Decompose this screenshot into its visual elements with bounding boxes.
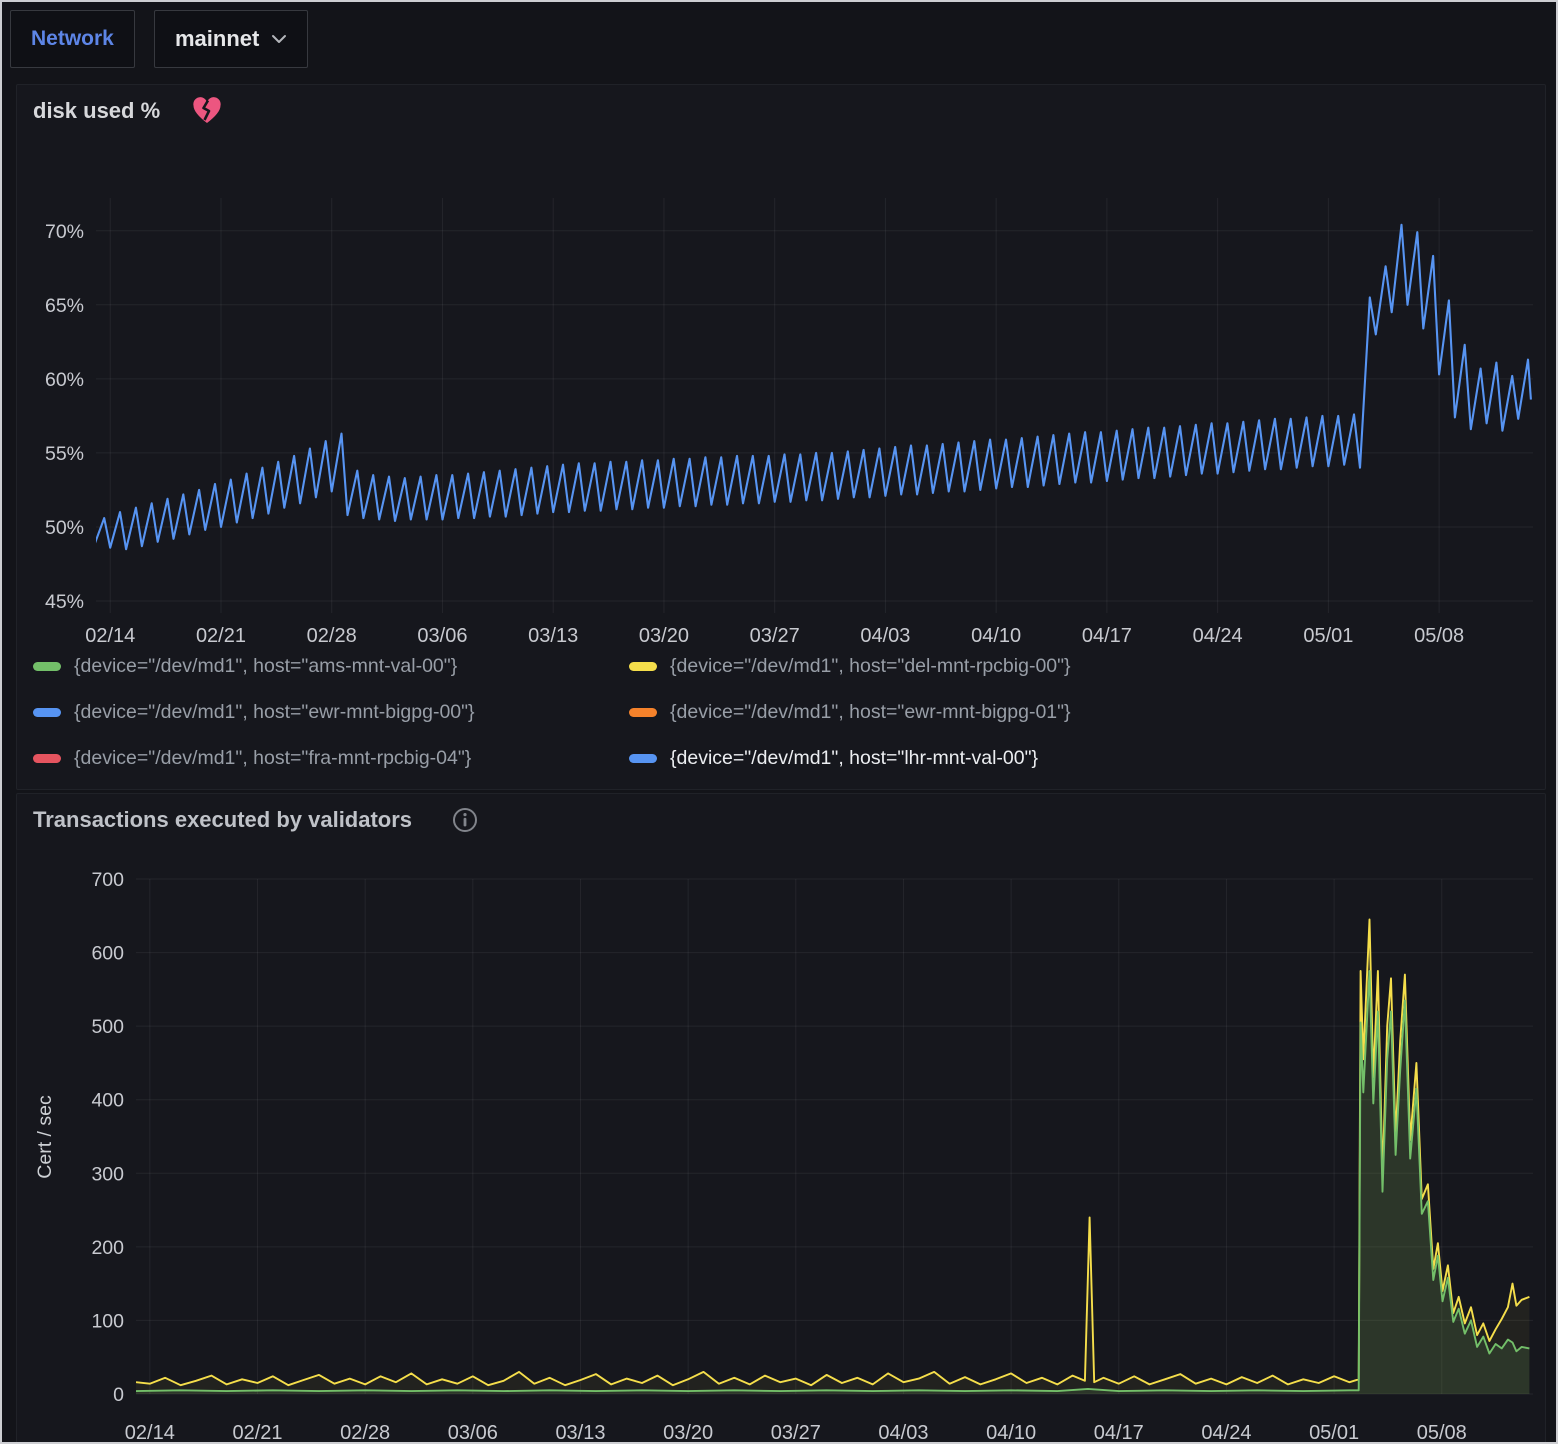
- chevron-down-icon: [271, 34, 287, 44]
- network-variable-label: Network: [10, 10, 135, 68]
- svg-text:02/21: 02/21: [232, 1422, 282, 1444]
- transactions-panel: Transactions executed by validators 0 100…: [16, 793, 1546, 1444]
- svg-text:02/21: 02/21: [196, 625, 246, 647]
- svg-text:Cert / sec: Cert / sec: [34, 1095, 56, 1179]
- svg-text:04/17: 04/17: [1082, 625, 1132, 647]
- svg-text:03/13: 03/13: [528, 625, 578, 647]
- svg-text:05/01: 05/01: [1309, 1422, 1359, 1444]
- legend-swatch: [629, 708, 657, 717]
- svg-text:03/20: 03/20: [639, 625, 689, 647]
- svg-text:04/17: 04/17: [1094, 1422, 1144, 1444]
- svg-text:04/24: 04/24: [1201, 1422, 1251, 1444]
- legend-label: {device="/dev/md1", host="ams-mnt-val-00…: [74, 655, 457, 678]
- legend-label: {device="/dev/md1", host="ewr-mnt-bigpg-…: [74, 701, 475, 724]
- svg-text:300: 300: [91, 1163, 124, 1185]
- legend-item[interactable]: {device="/dev/md1", host="del-mnt-rpcbig…: [629, 651, 1533, 681]
- svg-text:03/06: 03/06: [417, 625, 467, 647]
- svg-text:04/10: 04/10: [986, 1422, 1036, 1444]
- transactions-panel-header[interactable]: Transactions executed by validators: [17, 794, 1545, 846]
- svg-text:02/14: 02/14: [85, 625, 135, 647]
- svg-text:70%: 70%: [45, 221, 84, 243]
- svg-text:03/06: 03/06: [448, 1422, 498, 1444]
- svg-text:05/08: 05/08: [1417, 1422, 1467, 1444]
- svg-text:45%: 45%: [45, 591, 84, 613]
- disk-used-chart[interactable]: 45% 50% 55% 60% 65% 70% 02/14 02/21 02/28 03/06 03…: [17, 153, 1547, 651]
- legend-swatch: [629, 754, 657, 763]
- svg-text:50%: 50%: [45, 517, 84, 539]
- svg-text:04/03: 04/03: [878, 1422, 928, 1444]
- svg-text:03/27: 03/27: [771, 1422, 821, 1444]
- panel-title: Transactions executed by validators: [33, 807, 412, 833]
- disk-used-panel: disk used % 45% 50% 55% 60% 65% 70% 02/14 02/21…: [16, 84, 1546, 790]
- legend-item[interactable]: {device="/dev/md1", host="fra-mnt-rpcbig…: [33, 743, 629, 773]
- svg-text:600: 600: [91, 943, 124, 965]
- disk-used-legend: {device="/dev/md1", host="ams-mnt-val-00…: [33, 651, 1533, 773]
- legend-label: {device="/dev/md1", host="ewr-mnt-bigpg-…: [670, 701, 1071, 724]
- svg-text:02/28: 02/28: [340, 1422, 390, 1444]
- legend-item[interactable]: {device="/dev/md1", host="ams-mnt-val-00…: [33, 651, 629, 681]
- svg-text:65%: 65%: [45, 295, 84, 317]
- panel-title: disk used %: [33, 98, 160, 124]
- svg-text:03/13: 03/13: [555, 1422, 605, 1444]
- svg-text:60%: 60%: [45, 369, 84, 391]
- broken-heart-icon: [192, 97, 222, 125]
- legend-item[interactable]: {device="/dev/md1", host="ewr-mnt-bigpg-…: [33, 697, 629, 727]
- svg-text:05/08: 05/08: [1414, 625, 1464, 647]
- svg-text:04/24: 04/24: [1193, 625, 1243, 647]
- legend-swatch: [33, 754, 61, 763]
- legend-swatch: [33, 708, 61, 717]
- legend-item[interactable]: {device="/dev/md1", host="lhr-mnt-val-00…: [629, 743, 1533, 773]
- network-variable-label-text: Network: [31, 27, 114, 51]
- network-variable-dropdown[interactable]: mainnet: [154, 10, 308, 68]
- disk-used-panel-header[interactable]: disk used %: [17, 85, 1545, 137]
- legend-swatch: [33, 662, 61, 671]
- svg-text:02/28: 02/28: [307, 625, 357, 647]
- legend-item[interactable]: {device="/dev/md1", host="ewr-mnt-bigpg-…: [629, 697, 1533, 727]
- svg-text:05/01: 05/01: [1303, 625, 1353, 647]
- svg-text:100: 100: [91, 1310, 124, 1332]
- legend-label: {device="/dev/md1", host="lhr-mnt-val-00…: [670, 747, 1038, 770]
- svg-text:500: 500: [91, 1016, 124, 1038]
- svg-text:04/10: 04/10: [971, 625, 1021, 647]
- legend-label: {device="/dev/md1", host="fra-mnt-rpcbig…: [74, 747, 471, 770]
- svg-text:03/20: 03/20: [663, 1422, 713, 1444]
- svg-text:400: 400: [91, 1090, 124, 1112]
- info-icon[interactable]: [452, 807, 478, 833]
- svg-text:200: 200: [91, 1237, 124, 1259]
- svg-text:04/03: 04/03: [860, 625, 910, 647]
- transactions-chart[interactable]: 0 100 200 300 400 500 600 700 02/14 02/21 02/28 03/…: [17, 853, 1547, 1444]
- grafana-dashboard: Network mainnet disk used % 45% 50% 55% 60%…: [0, 0, 1558, 1444]
- svg-text:700: 700: [91, 869, 124, 891]
- svg-text:0: 0: [113, 1384, 124, 1406]
- legend-label: {device="/dev/md1", host="del-mnt-rpcbig…: [670, 655, 1071, 678]
- legend-swatch: [629, 662, 657, 671]
- svg-text:02/14: 02/14: [125, 1422, 175, 1444]
- network-variable-value: mainnet: [175, 26, 259, 52]
- svg-text:03/27: 03/27: [750, 625, 800, 647]
- svg-text:55%: 55%: [45, 443, 84, 465]
